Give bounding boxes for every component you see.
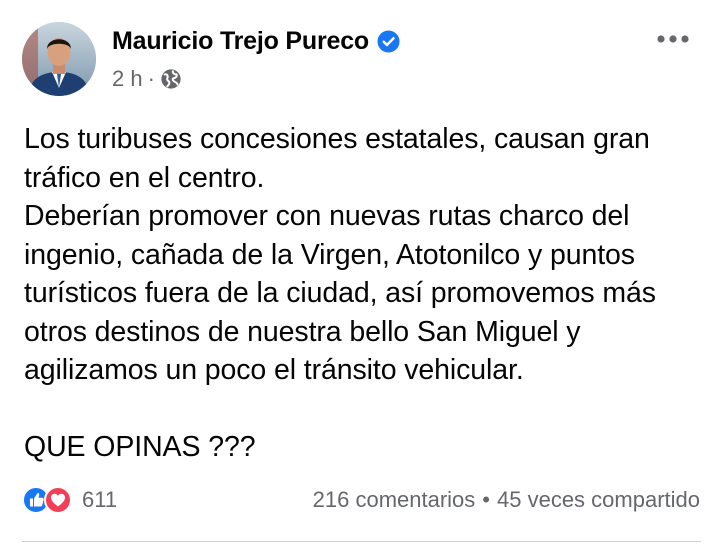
reactions-summary[interactable]: 611 [22, 483, 117, 517]
post-text-line: ingenio, cañada de la Virgen, Atotonilco… [24, 238, 635, 271]
engagement-summary: 216 comentarios • 45 veces compartido [313, 483, 700, 517]
post-body: Los turibuses concesiones estatales, cau… [24, 120, 704, 467]
reaction-count: 611 [82, 487, 118, 512]
post-text-line: QUE OPINAS ??? [24, 431, 256, 463]
post-text-line: otros destinos de nuestra bello San Migu… [24, 315, 581, 348]
verified-badge-icon [377, 29, 400, 53]
comments-count-link[interactable]: 216 comentarios [313, 487, 476, 513]
author-row: Mauricio Trejo Pureco [112, 24, 400, 58]
more-options-icon [657, 35, 689, 43]
post-text-line: Los turibuses concesiones estatales, cau… [24, 123, 650, 155]
more-options-button[interactable] [648, 22, 698, 56]
post-text-line: agilizamos un poco el tránsito vehicular… [24, 354, 524, 386]
avatar[interactable] [22, 22, 96, 96]
post-meta: 2 h · [112, 64, 182, 94]
divider [22, 541, 701, 542]
shares-count-link[interactable]: 45 veces compartido [497, 487, 700, 513]
author-name[interactable]: Mauricio Trejo Pureco [112, 27, 369, 56]
avatar-photo-icon [22, 22, 96, 96]
post-timestamp[interactable]: 2 h [112, 66, 143, 92]
post-text-line: turísticos fuera de la ciudad, así promo… [24, 277, 656, 309]
post-text-line: Deberían promover con nuevas rutas charc… [24, 200, 630, 232]
globe-icon [160, 68, 182, 90]
meta-separator: · [147, 66, 155, 91]
post-text-blank-line [24, 390, 704, 429]
love-icon [44, 486, 72, 514]
post-text-line: tráfico en el centro. [24, 161, 265, 194]
facebook-post: Mauricio Trejo Pureco 2 h · Los turibuse… [0, 0, 723, 549]
engagement-separator: • [482, 487, 490, 512]
